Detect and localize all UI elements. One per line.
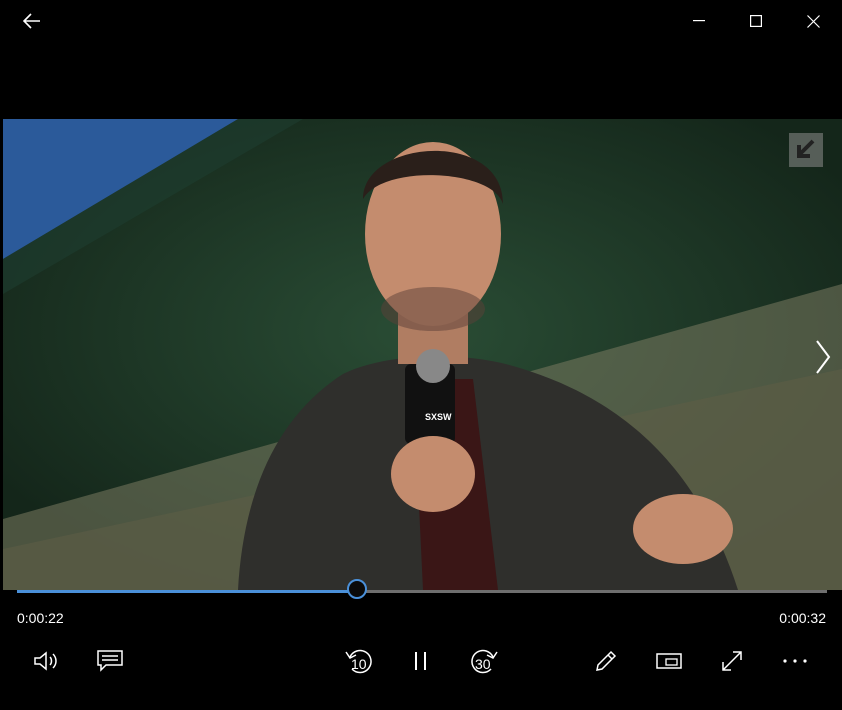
more-options-button[interactable] — [775, 642, 815, 680]
more-icon — [783, 659, 807, 663]
maximize-button[interactable] — [733, 0, 779, 42]
back-button[interactable] — [9, 0, 55, 42]
captions-button[interactable] — [90, 642, 130, 680]
minimize-icon — [693, 20, 705, 22]
pause-button[interactable] — [401, 642, 441, 680]
seek-bar[interactable] — [17, 579, 827, 599]
fullscreen-icon — [722, 651, 742, 671]
watermark-logo — [789, 133, 823, 167]
pause-icon — [415, 652, 426, 670]
seek-progress — [17, 590, 357, 593]
back-arrow-icon — [23, 13, 40, 29]
skip-back-label: 10 — [351, 656, 367, 672]
close-icon — [806, 14, 820, 28]
minimize-button[interactable] — [676, 0, 722, 42]
sxsw-arrow-icon — [797, 139, 815, 158]
skip-back-button[interactable]: 10 — [338, 642, 380, 680]
volume-button[interactable] — [27, 642, 67, 680]
mic-logo: SXSW — [425, 412, 452, 422]
video-scene — [3, 119, 842, 590]
next-video-button[interactable] — [811, 337, 835, 377]
skip-forward-label: 30 — [475, 656, 491, 672]
captions-icon — [97, 650, 123, 672]
skip-forward-button[interactable]: 30 — [463, 642, 505, 680]
close-button[interactable] — [790, 0, 836, 42]
seek-thumb[interactable] — [347, 579, 367, 599]
volume-icon — [34, 651, 57, 671]
fullscreen-button[interactable] — [712, 642, 752, 680]
mini-view-button[interactable] — [649, 642, 689, 680]
video-frame[interactable]: SXSW — [3, 119, 842, 590]
edit-button[interactable] — [586, 642, 626, 680]
elapsed-time: 0:00:22 — [17, 610, 64, 626]
remaining-time: 0:00:32 — [779, 610, 826, 626]
chevron-right-icon — [816, 340, 831, 374]
title-bar — [0, 0, 842, 42]
maximize-icon — [750, 15, 762, 27]
mini-view-icon — [656, 653, 682, 669]
pencil-icon — [596, 650, 617, 671]
